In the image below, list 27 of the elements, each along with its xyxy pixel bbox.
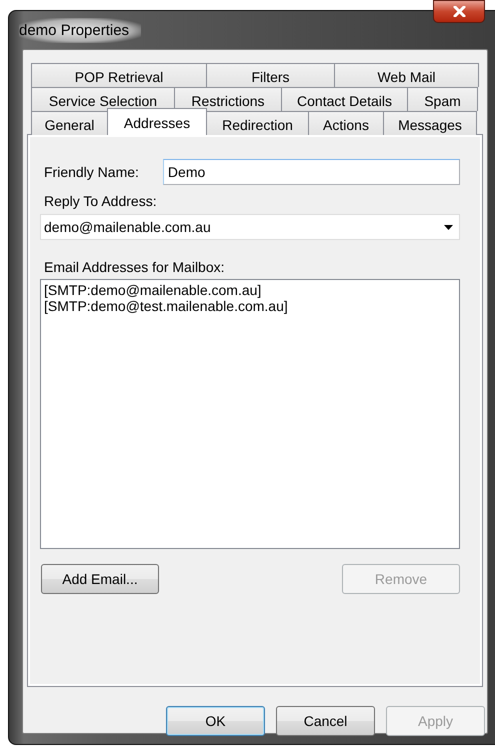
field-label: Reply To Address: [44,193,158,209]
tab[interactable]: Redirection [206,111,309,135]
tab[interactable]: Spam [407,87,478,111]
tab[interactable]: Restrictions [174,87,282,111]
tab[interactable]: Service Selection [31,87,175,111]
tab[interactable]: Filters [206,63,335,87]
dialog-button[interactable]: Add Email... [41,564,159,594]
close-button[interactable] [433,0,485,23]
field-label: Friendly Name: [44,164,139,180]
dialog-button[interactable]: Cancel [276,706,375,736]
default-dialog-button[interactable]: OK [166,706,265,736]
close-icon [452,6,466,17]
reply-to-dropdown[interactable]: demo@mailenable.com.au [40,214,460,240]
tab[interactable]: Actions [308,111,384,135]
tab[interactable]: POP Retrieval [31,63,207,87]
dropdown-arrow-icon [444,224,453,230]
field-label: Email Addresses for Mailbox: [44,259,226,275]
tab[interactable]: Web Mail [334,63,479,87]
window-title: demo Properties [19,18,142,42]
tab[interactable]: Messages [383,111,477,135]
tab[interactable]: General [31,111,108,135]
list-item[interactable]: [SMTP:demo@test.mailenable.com.au] [44,298,456,314]
name-field[interactable]: Demo [162,159,460,185]
tab[interactable]: Addresses [107,108,207,135]
tab[interactable]: Contact Details [281,87,408,111]
list-item[interactable]: [SMTP:demo@mailenable.com.au] [44,282,456,298]
address-list[interactable]: [SMTP:demo@mailenable.com.au] [SMTP:demo@test.mailenable.com.au] [40,279,460,549]
